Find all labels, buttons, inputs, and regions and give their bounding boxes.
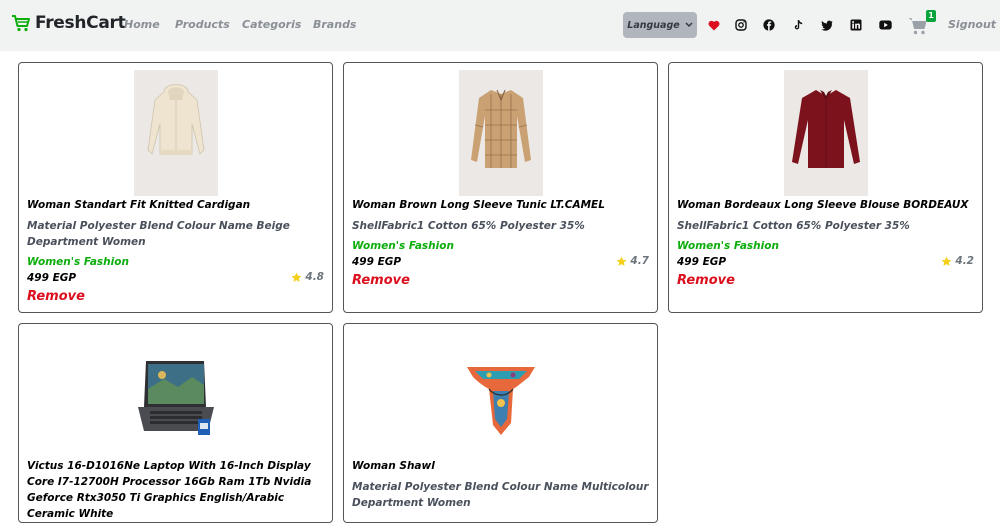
rating-value: 4.8	[305, 271, 324, 283]
youtube-icon[interactable]	[878, 18, 892, 32]
product-image-tunic	[458, 70, 543, 196]
product-title[interactable]: Woman Bordeaux Long Sleeve Blouse BORDEA…	[677, 197, 974, 213]
nav-link-home[interactable]: Home	[124, 18, 160, 31]
product-card: Victus 16-D1016Ne Laptop With 16-Inch Di…	[18, 323, 333, 523]
rating-value: 4.2	[955, 255, 974, 267]
product-title[interactable]: Victus 16-D1016Ne Laptop With 16-Inch Di…	[27, 458, 324, 522]
product-image-shawl	[458, 331, 543, 457]
nav-link-products[interactable]: Products	[175, 18, 230, 31]
twitter-icon[interactable]	[820, 18, 834, 32]
remove-button[interactable]: Remove	[677, 273, 735, 288]
product-card: Woman Bordeaux Long Sleeve Blouse BORDEA…	[668, 62, 983, 313]
star-icon	[616, 256, 627, 266]
rating-value: 4.7	[630, 255, 649, 267]
product-rating: 4.2	[941, 255, 974, 267]
product-title[interactable]: Woman Shawl	[352, 458, 649, 474]
product-category: Women's Fashion	[677, 240, 779, 252]
cart-count-badge: 1	[926, 10, 936, 22]
product-description: ShellFabric1 Cotton 65% Polyester 35%	[352, 220, 585, 232]
tiktok-icon[interactable]	[791, 18, 805, 32]
language-label: Language	[627, 19, 680, 31]
facebook-icon[interactable]	[762, 18, 776, 32]
brand-name: FreshCart	[35, 13, 126, 33]
instagram-icon[interactable]	[734, 18, 748, 32]
cart-button[interactable]: 1	[908, 10, 938, 38]
product-rating: 4.8	[291, 271, 324, 283]
product-image-blouse	[783, 70, 868, 196]
navbar: FreshCart Home Products Categoris Brands…	[0, 0, 1000, 51]
cart-logo-icon	[12, 15, 30, 32]
product-card: Woman Brown Long Sleeve Tunic LT.CAMEL S…	[343, 62, 658, 313]
chevron-down-icon	[685, 22, 693, 28]
brand-logo[interactable]: FreshCart	[11, 13, 126, 33]
product-category: Women's Fashion	[27, 256, 129, 268]
heart-icon[interactable]	[707, 18, 721, 32]
product-price: 499 EGP	[677, 256, 727, 268]
product-card: Woman Shawl Material Polyester Blend Col…	[343, 323, 658, 523]
remove-button[interactable]: Remove	[27, 289, 85, 304]
product-category: Women's Fashion	[352, 240, 454, 252]
product-image-cardigan	[133, 70, 218, 196]
nav-link-categories[interactable]: Categoris	[242, 18, 301, 31]
product-description: ShellFabric1 Cotton 65% Polyester 35%	[677, 220, 910, 232]
product-description: Material Polyester Blend Colour Name Mul…	[352, 481, 649, 509]
product-title[interactable]: Woman Brown Long Sleeve Tunic LT.CAMEL	[352, 197, 649, 213]
product-title[interactable]: Woman Standart Fit Knitted Cardigan	[27, 197, 324, 213]
language-dropdown[interactable]: Language	[623, 12, 697, 38]
product-image-laptop	[133, 331, 218, 457]
product-price: 499 EGP	[27, 272, 77, 284]
product-card: Woman Standart Fit Knitted Cardigan Mate…	[18, 62, 333, 313]
star-icon	[941, 256, 952, 266]
cart-icon	[908, 18, 927, 35]
star-icon	[291, 272, 302, 282]
nav-link-brands[interactable]: Brands	[313, 18, 356, 31]
signout-link[interactable]: Signout	[948, 18, 996, 31]
product-price: 499 EGP	[352, 256, 402, 268]
product-rating: 4.7	[616, 255, 649, 267]
product-description: Material Polyester Blend Colour Name Bei…	[27, 220, 290, 248]
linkedin-icon[interactable]	[849, 18, 863, 32]
remove-button[interactable]: Remove	[352, 273, 410, 288]
